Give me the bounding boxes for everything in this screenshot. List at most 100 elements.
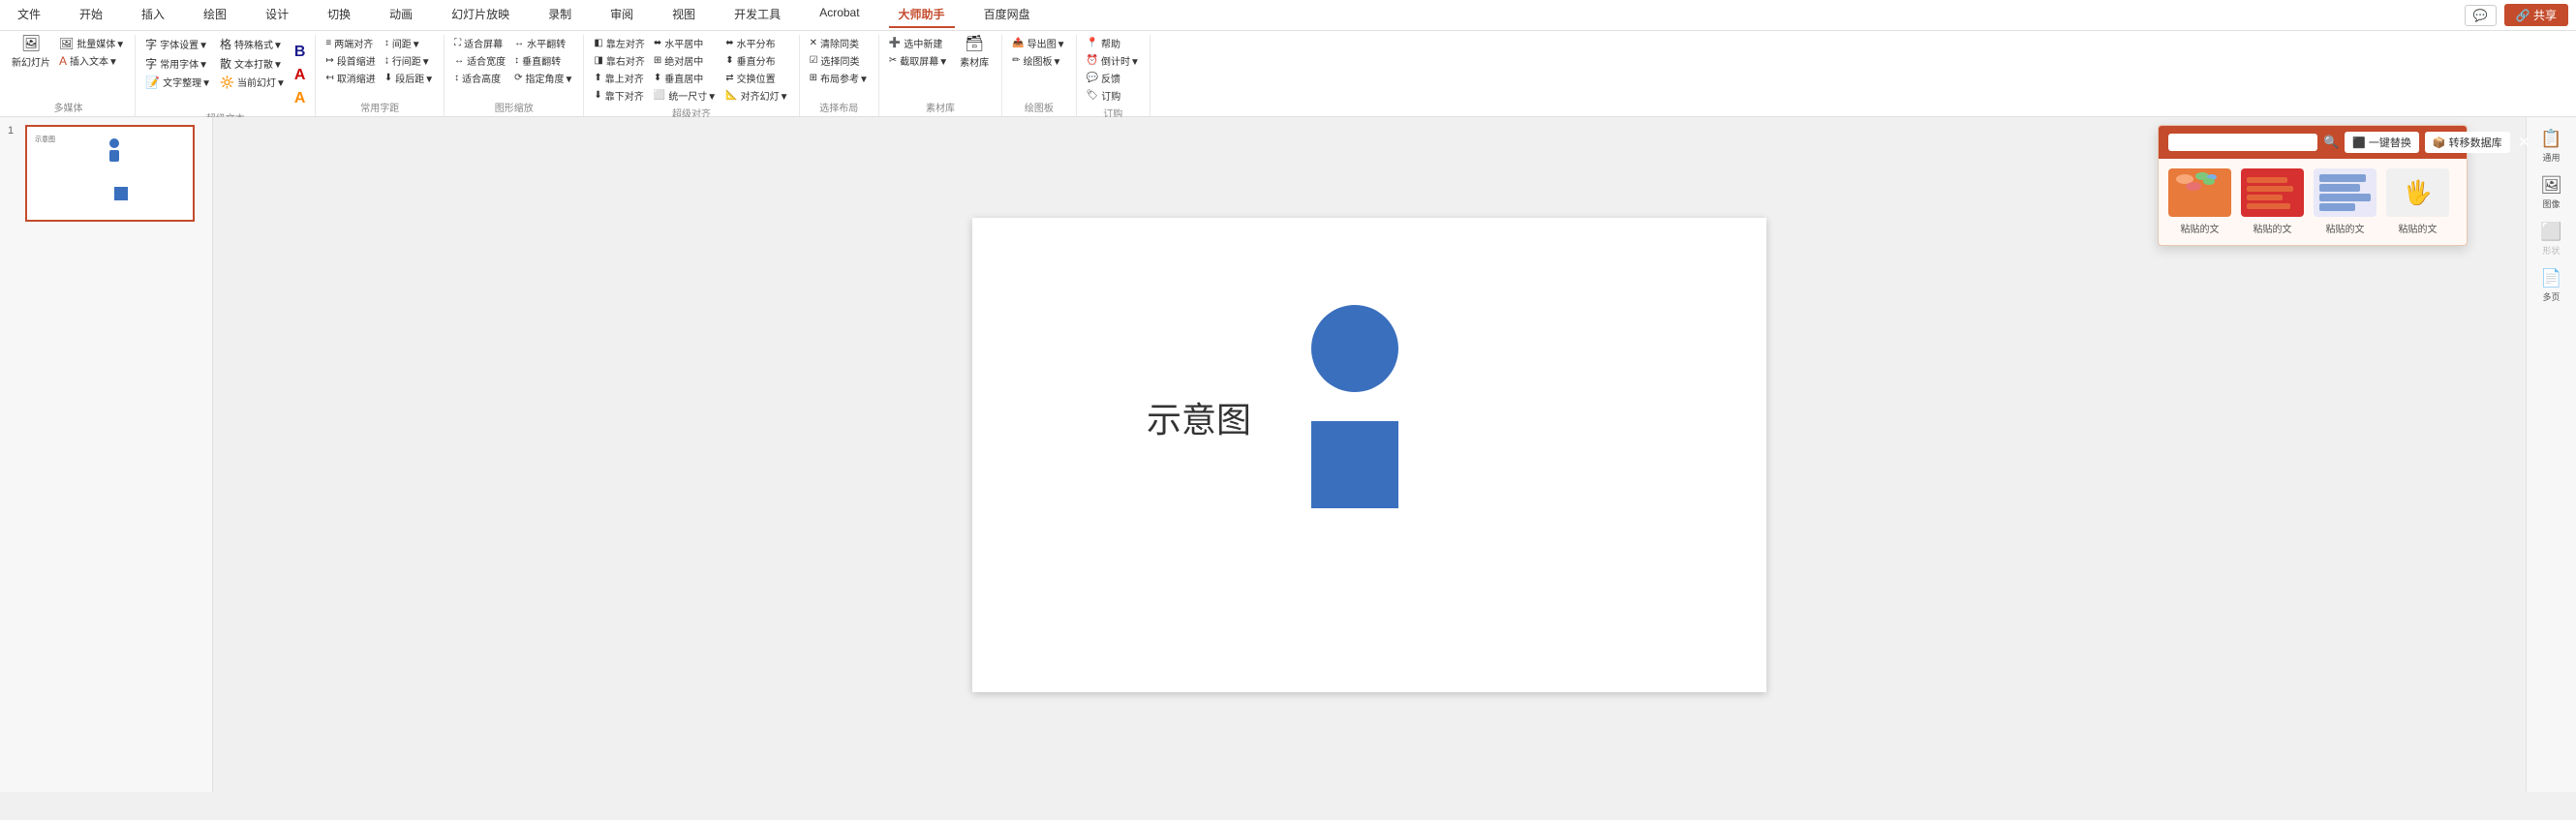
para-spacing-icon: ⬇ [384,73,392,83]
menu-switch[interactable]: 切换 [318,2,360,28]
unindent-icon: ↤ [325,73,333,83]
sidebar-btn-image[interactable]: 🖼 图像 [2530,171,2574,214]
btn-asset-lib[interactable]: 🗃 素材库 [953,35,996,71]
btn-text-arrange[interactable]: 📝 文字整理▼ [141,74,215,90]
btn-fit-width[interactable]: ↔ 适合宽度 [450,52,509,69]
btn-flip-v[interactable]: ↕ 垂直翻转 [510,52,577,69]
align-left-icon: ◧ [594,38,602,48]
btn-indent[interactable]: ↦ 段首缩进 [322,52,379,69]
btn-layout-ref[interactable]: ⊞ 布局参考▼ [806,70,873,86]
btn-align-top[interactable]: ⬆ 靠上对齐 [590,70,648,86]
btn-bold[interactable]: B [291,43,310,62]
replace-icon: ⬛ [2352,137,2366,149]
btn-drawboard[interactable]: ✏ 绘图板▼ [1008,52,1069,69]
group-label-multimedia: 多媒体 [8,98,129,116]
btn-export-img[interactable]: 📤 导出图▼ [1008,35,1069,51]
menu-acrobat[interactable]: Acrobat [810,2,869,28]
text-scatter-icon: 散 [220,55,231,72]
menu-dazhizhushou[interactable]: 大师助手 [889,2,955,28]
btn-insert-text[interactable]: A 插入文本▼ [55,52,129,69]
canvas-circle[interactable] [1311,305,1398,392]
btn-line-spacing[interactable]: ↨ 行间距▼ [381,52,438,69]
btn-new-selected[interactable]: ➕ 选中新建 [885,35,952,51]
help-icon: 📍 [1087,38,1098,48]
popup-item-1[interactable]: 粘贴的文 [2168,168,2231,235]
btn-center-h[interactable]: ⬌ 水平居中 [650,35,721,51]
btn-help[interactable]: 📍 帮助 [1083,35,1144,51]
menu-view[interactable]: 视图 [662,2,705,28]
menu-baidu[interactable]: 百度网盘 [974,2,1040,28]
btn-center-abs[interactable]: ⊞ 绝对居中 [650,52,721,69]
btn-select-same[interactable]: ☑ 选择同类 [806,52,873,69]
fit-screen-icon: ⛶ [454,38,461,48]
btn-swap-pos[interactable]: ⇄ 交换位置 [721,70,792,86]
btn-font-setting[interactable]: 字 字体设置▼ [141,35,215,53]
btn-center-v[interactable]: ⬍ 垂直居中 [650,70,721,86]
menu-slideshow[interactable]: 幻灯片放映 [442,2,519,28]
btn-para-spacing[interactable]: ⬇ 段后距▼ [381,70,438,86]
btn-clear-same[interactable]: ✕ 清除同类 [806,35,873,51]
popup-item-2[interactable]: 粘贴的文 [2241,168,2304,235]
btn-special-format[interactable]: 格 特殊格式▼ [216,35,290,53]
menu-review[interactable]: 审阅 [600,2,643,28]
btn-flip-h[interactable]: ↔ 水平翻转 [510,35,577,51]
btn-color-orange[interactable]: A [291,89,310,108]
spacing-icon: ↕ [384,38,389,48]
slide-panel: 1 示意图 [0,117,213,792]
btn-common-font[interactable]: 字 常用字体▼ [141,54,215,73]
btn-spacing[interactable]: ↕ 间距▼ [381,35,438,51]
btn-purchase[interactable]: 🏷 订购 [1083,87,1144,104]
sidebar-btn-multipage[interactable]: 📄 多页 [2530,264,2574,307]
menu-record[interactable]: 录制 [538,2,581,28]
menu-insert[interactable]: 插入 [132,2,174,28]
popup-thumb-1 [2168,168,2231,217]
slide-number: 1 [8,125,19,137]
btn-justify[interactable]: ≡ 两端对齐 [322,35,379,51]
popup-transfer-btn[interactable]: 📦 转移数据库 [2425,132,2510,153]
right-sidebar: 📋 通用 🖼 图像 ⬜ 形状 📄 多页 [2526,117,2576,792]
sidebar-btn-shape[interactable]: ⬜ 形状 [2530,218,2574,260]
menu-file[interactable]: 文件 [8,2,50,28]
popup-item-3[interactable]: 粘贴的文 [2314,168,2377,235]
btn-align-bottom[interactable]: ⬇ 靠下对齐 [590,87,648,104]
btn-distribute-h[interactable]: ⬌ 水平分布 [721,35,792,51]
btn-unindent[interactable]: ↤ 取消缩进 [322,70,379,86]
slide-canvas[interactable]: 示意图 [972,218,1766,692]
btn-rotate[interactable]: ⟳ 指定角度▼ [510,70,577,86]
popup-search-icon[interactable]: 🔍 [2323,135,2339,150]
btn-text-scatter[interactable]: 散 文本打散▼ [216,54,290,73]
asset-lib-icon: 🗃 [965,37,984,52]
btn-current-slide[interactable]: 🔆 当前幻灯▼ [216,74,290,90]
canvas-text: 示意图 [1147,392,1251,442]
menu-devtools[interactable]: 开发工具 [724,2,790,28]
btn-align-right[interactable]: ◨ 靠右对齐 [590,52,648,69]
countdown-icon: ⏰ [1087,55,1098,66]
btn-fit-screen[interactable]: ⛶ 适合屏幕 [450,35,509,51]
menu-home[interactable]: 开始 [70,2,112,28]
popup-item-4[interactable]: 🖐 粘贴的文 [2386,168,2449,235]
menu-animation[interactable]: 动画 [380,2,422,28]
btn-align-left[interactable]: ◧ 靠左对齐 [590,35,648,51]
btn-align-slide[interactable]: 📐 对齐幻灯▼ [721,87,792,104]
text-arrange-icon: 📝 [145,76,160,89]
chat-button[interactable]: 💬 [2465,5,2497,26]
slide-thumbnail[interactable]: 示意图 [25,125,195,222]
btn-distribute-v[interactable]: ⬍ 垂直分布 [721,52,792,69]
btn-uniform-size[interactable]: ⬜ 统一尺寸▼ [650,87,721,104]
btn-screenshot[interactable]: ✂ 截取屏幕▼ [885,52,952,69]
menu-design[interactable]: 设计 [256,2,298,28]
btn-countdown[interactable]: ⏰ 倒计时▼ [1083,52,1144,69]
btn-feedback[interactable]: 💬 反馈 [1083,70,1144,86]
btn-color-red[interactable]: A [291,66,310,85]
swap-pos-icon: ⇄ [725,73,733,83]
popup-search-input[interactable] [2168,134,2317,151]
popup-replace-btn[interactable]: ⬛ 一键替换 [2345,132,2419,153]
btn-fit-height[interactable]: ↕ 适合高度 [450,70,509,86]
canvas-rectangle[interactable] [1311,421,1398,508]
share-button[interactable]: 🔗 共享 [2504,4,2568,26]
popup-close-btn[interactable]: ✕ [2516,133,2532,152]
menu-draw[interactable]: 绘图 [194,2,236,28]
sidebar-btn-common[interactable]: 📋 通用 [2530,125,2574,167]
btn-batch-media[interactable]: 🖼 批量媒体▼ [55,35,129,51]
btn-new-slide[interactable]: 🖼 新幻灯片 [8,35,54,71]
